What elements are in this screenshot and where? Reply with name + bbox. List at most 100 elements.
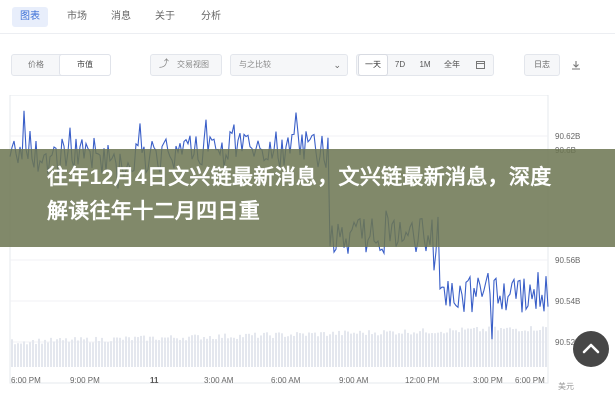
volume-bar [155, 339, 157, 367]
volume-bar [341, 335, 343, 367]
volume-bar [485, 331, 487, 367]
volume-bar [407, 332, 409, 367]
volume-bar [359, 330, 361, 367]
volume-bar [239, 334, 241, 367]
volume-bar [104, 341, 106, 367]
period-1m-button[interactable]: 1M [413, 55, 437, 75]
volume-bar [332, 331, 334, 367]
volume-bar [86, 337, 88, 367]
volume-bar [179, 339, 181, 367]
volume-bar [221, 337, 223, 367]
volume-bar [545, 327, 547, 367]
mode-price-button[interactable]: 价格 [14, 55, 58, 75]
volume-bar [59, 338, 61, 367]
volume-bar [260, 335, 262, 367]
volume-bar [323, 332, 325, 367]
x-tick-label: 6:00 PM [11, 376, 41, 385]
volume-bar [194, 334, 196, 367]
volume-bar [119, 337, 121, 367]
tab-market[interactable]: 市场 [60, 7, 94, 27]
volume-bar [452, 330, 454, 367]
volume-bar [80, 337, 82, 367]
volume-bar [212, 338, 214, 367]
period-1d-button[interactable]: 一天 [359, 55, 387, 75]
volume-bar [65, 338, 67, 367]
x-tick-label: 6:00 PM [515, 376, 545, 385]
volume-bar [74, 337, 76, 367]
volume-bar [56, 339, 58, 367]
volume-bar [101, 337, 103, 367]
calendar-button[interactable] [467, 55, 493, 75]
volume-bar [530, 326, 532, 367]
volume-bar [518, 331, 520, 367]
volume-bar [296, 332, 298, 367]
volume-bar [62, 340, 64, 367]
volume-bar [20, 343, 22, 367]
volume-bar [536, 330, 538, 367]
date-log-label: 日志 [534, 60, 550, 69]
volume-bar [350, 333, 352, 367]
volume-bar [386, 331, 388, 367]
volume-bar [257, 337, 259, 367]
volume-bar [431, 333, 433, 367]
volume-bar [338, 330, 340, 367]
volume-bar [77, 340, 79, 367]
volume-bar [374, 332, 376, 367]
volume-bar [356, 333, 358, 367]
period-year-button[interactable]: 全年 [439, 55, 465, 75]
volume-bar [506, 327, 508, 367]
volume-bar [314, 332, 316, 367]
chevron-up-icon [582, 343, 600, 354]
volume-bar [11, 339, 13, 367]
volume-bar [425, 332, 427, 367]
volume-bar [317, 336, 319, 367]
volume-bar [53, 341, 55, 367]
volume-bar [215, 339, 217, 367]
volume-bar [377, 335, 379, 367]
compare-dropdown[interactable]: 与之比较 ⌄ [230, 54, 348, 76]
volume-bar [503, 328, 505, 367]
volume-bar [470, 328, 472, 367]
volume-bar [38, 338, 40, 367]
volume-bar [281, 333, 283, 367]
date-log-button[interactable]: 日志 [524, 54, 560, 76]
volume-bar [365, 334, 367, 367]
y-tick-label: 90.54B [555, 297, 580, 306]
trade-view-button[interactable]: ⤴ 交易视图 [150, 54, 222, 76]
volume-bar [14, 344, 16, 367]
volume-bar [206, 338, 208, 367]
volume-bar [437, 332, 439, 367]
period-7d-button[interactable]: 7D [389, 55, 411, 75]
volume-bar [29, 342, 31, 367]
volume-bar [416, 333, 418, 367]
volume-bar [116, 337, 118, 367]
volume-bar [347, 331, 349, 367]
article-title-banner: 往年12月4日文兴链最新消息，文兴链最新消息，深度解读往年十二月四日重 [0, 149, 615, 247]
volume-bar [89, 342, 91, 367]
tab-news[interactable]: 消息 [104, 7, 138, 27]
mode-toggle: 价格 市值 [11, 54, 111, 76]
volume-bar [170, 335, 172, 367]
tab-about[interactable]: 关于 [148, 7, 182, 27]
tab-analysis[interactable]: 分析 [194, 7, 228, 27]
volume-bar [293, 335, 295, 367]
compare-label: 与之比较 [239, 60, 271, 69]
mode-marketcap-button[interactable]: 市值 [60, 55, 110, 75]
volume-bar [146, 340, 148, 367]
download-button[interactable] [566, 54, 586, 76]
top-tab-bar: 图表 市场 消息 关于 分析 [0, 0, 615, 34]
volume-bar [458, 332, 460, 367]
download-icon [572, 61, 580, 70]
calendar-icon [475, 61, 485, 69]
volume-bar [380, 334, 382, 367]
volume-bar [404, 329, 406, 367]
volume-bar [227, 338, 229, 367]
volume-bar [269, 335, 271, 367]
back-to-top-button[interactable] [573, 331, 609, 367]
volume-bar [266, 332, 268, 367]
volume-bar [275, 332, 277, 367]
tab-chart[interactable]: 图表 [12, 7, 48, 27]
volume-bar [107, 342, 109, 367]
y-tick-label: 90.62B [555, 132, 580, 141]
volume-bar [533, 330, 535, 367]
